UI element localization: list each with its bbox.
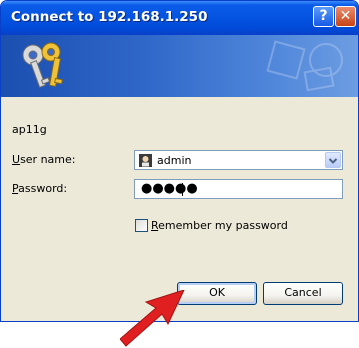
banner	[1, 35, 358, 97]
username-accesskey: U	[12, 153, 21, 166]
password-label: Password:	[12, 182, 67, 195]
password-mask: ●●●●●	[141, 181, 198, 196]
decorative-pattern-icon	[266, 40, 343, 92]
username-label-rest: ser name:	[20, 153, 76, 166]
cancel-button[interactable]: Cancel	[263, 282, 343, 305]
red-arrow-icon	[120, 290, 185, 347]
keys-icon	[22, 42, 63, 88]
title-bar[interactable]: Connect to 192.168.1.250 ? ✕	[1, 1, 358, 35]
username-value: admin	[157, 154, 192, 167]
help-button[interactable]: ?	[313, 6, 334, 27]
username-dropdown-button[interactable]	[325, 152, 341, 168]
connect-dialog: Connect to 192.168.1.250 ? ✕ ap11g User …	[0, 0, 359, 322]
username-label: User name:	[12, 153, 75, 166]
dialog-title: Connect to 192.168.1.250	[11, 9, 208, 25]
remember-label[interactable]: Remember my password	[151, 219, 288, 232]
remember-checkbox[interactable]	[135, 219, 148, 232]
password-input[interactable]: ●●●●●	[134, 179, 343, 199]
text-cursor	[182, 183, 183, 196]
remember-label-rest: emember my password	[158, 219, 288, 232]
chevron-down-icon	[328, 158, 338, 164]
password-label-rest: assword:	[18, 182, 68, 195]
user-avatar-icon	[139, 154, 152, 167]
site-name: ap11g	[12, 123, 47, 136]
username-combobox[interactable]: admin	[134, 150, 343, 170]
close-button[interactable]: ✕	[335, 6, 356, 27]
